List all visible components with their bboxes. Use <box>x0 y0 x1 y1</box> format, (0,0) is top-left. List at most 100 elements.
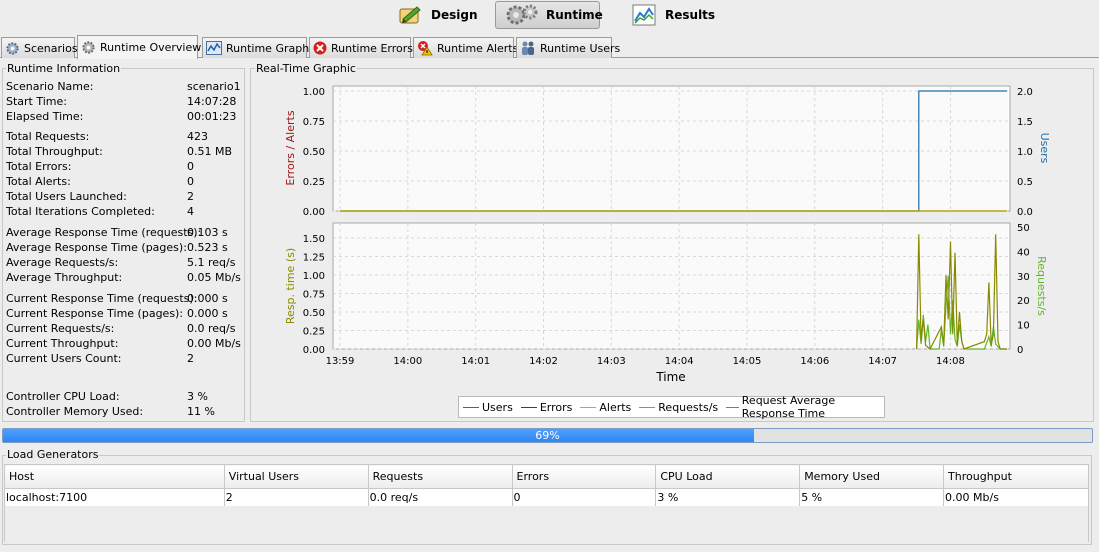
tab-runtime-alerts-label: Runtime Alerts <box>437 41 519 55</box>
legend-users: Users <box>463 401 513 414</box>
runtime-info-value: 14:07:28 <box>187 95 237 108</box>
chart-icon <box>631 3 659 27</box>
runtime-info-label: Average Throughput: <box>6 271 123 284</box>
tab-runtime-errors-label: Runtime Errors <box>331 41 413 55</box>
tab-runtime-errors[interactable]: Runtime Errors <box>309 37 413 58</box>
error-icon <box>313 40 327 56</box>
runtime-info-value: 0.000 s <box>187 292 228 305</box>
design-mode-label: Design <box>431 8 478 22</box>
runtime-info-label: Average Response Time (requests): <box>6 226 202 239</box>
table-cell: 0 <box>511 488 657 507</box>
column-header[interactable]: Throughput <box>943 464 1089 489</box>
real-time-graphic-panel <box>250 68 1094 422</box>
runtime-info-label: Current Users Count: <box>6 352 122 365</box>
design-mode-button[interactable]: Design <box>388 1 487 29</box>
results-mode-button[interactable]: Results <box>622 1 724 29</box>
runtime-info-value: 0.0 req/s <box>187 322 236 335</box>
runtime-info-label: Total Iterations Completed: <box>6 205 155 218</box>
runtime-info-value: 0.103 s <box>187 226 228 239</box>
tab-runtime-overview-label: Runtime Overview <box>100 41 202 54</box>
legend-requests: Requests/s <box>639 401 718 414</box>
runtime-info-value: 0 <box>187 160 194 173</box>
legend-requests-swatch <box>639 406 656 408</box>
runtime-info-label: Current Throughput: <box>6 337 119 350</box>
tab-runtime-graphs-label: Runtime Graphs <box>226 41 315 55</box>
mode-toolbar: Design Runtime Results <box>0 0 1099 32</box>
column-header[interactable]: Virtual Users <box>223 464 369 489</box>
table-cell: 5 % <box>799 488 945 507</box>
gear-icon <box>5 40 20 56</box>
runtime-information-title: Runtime Information <box>6 62 122 75</box>
runtime-info-value: 0.51 MB <box>187 145 233 158</box>
runtime-info-value: 0.000 s <box>187 307 228 320</box>
column-header[interactable]: Errors <box>511 464 657 489</box>
runtime-info-value: 2 <box>187 190 194 203</box>
table-cell: 0.0 req/s <box>367 488 513 507</box>
legend-alerts-label: Alerts <box>599 400 632 414</box>
real-time-graphic-title: Real-Time Graphic <box>255 62 357 75</box>
column-header[interactable]: CPU Load <box>655 464 801 489</box>
runtime-info-label: Total Users Launched: <box>6 190 127 203</box>
column-header[interactable]: Requests <box>367 464 513 489</box>
design-icon <box>397 3 425 27</box>
runtime-info-value: 5.1 req/s <box>187 256 236 269</box>
runtime-info-value: 423 <box>187 130 208 143</box>
runtime-mode-button[interactable]: Runtime <box>495 1 603 29</box>
runtime-info-value: 0.00 Mb/s <box>187 337 241 350</box>
results-mode-label: Results <box>665 8 716 22</box>
runtime-info-value: 3 % <box>187 390 208 403</box>
runtime-info-value: 00:01:23 <box>187 110 237 123</box>
runtime-info-label: Current Response Time (requests): <box>6 292 198 305</box>
tab-scenarios-label: Scenarios <box>24 41 78 55</box>
column-header[interactable]: Memory Used <box>799 464 945 489</box>
legend-alerts-swatch <box>580 406 597 408</box>
runtime-info-value: 11 % <box>187 405 215 418</box>
runtime-info-label: Average Requests/s: <box>6 256 119 269</box>
runtime-info-value: 2 <box>187 352 194 365</box>
runtime-info-value: 0 <box>187 175 194 188</box>
progress-label: 69% <box>535 429 560 442</box>
runtime-info-label: Controller CPU Load: <box>6 390 120 403</box>
legend-users-label: Users <box>482 400 513 414</box>
runtime-info-label: Total Requests: <box>6 130 90 143</box>
table-header-row: Host Virtual Users Requests Errors CPU Load M… <box>4 464 1089 489</box>
runtime-info-label: Total Alerts: <box>6 175 71 188</box>
runtime-info-label: Current Requests/s: <box>6 322 115 335</box>
table-cell: 2 <box>223 488 369 507</box>
table-row[interactable]: localhost:7100 2 0.0 req/s 0 3 % 5 % 0.00 Mb/s <box>4 488 1089 507</box>
runtime-info-value: 0.05 Mb/s <box>187 271 241 284</box>
legend-requests-label: Requests/s <box>658 400 719 414</box>
legend-errors-label: Errors <box>539 400 573 414</box>
table-empty-area <box>4 506 1089 542</box>
runtime-info-value: 0.523 s <box>187 241 228 254</box>
tab-runtime-graphs[interactable]: Runtime Graphs <box>202 37 315 58</box>
load-generators-table: Host Virtual Users Requests Errors CPU Load M… <box>4 464 1089 507</box>
alert-icon <box>417 40 433 56</box>
legend-users-swatch <box>463 406 479 408</box>
runtime-mode-label: Runtime <box>546 8 603 22</box>
legend-errors-swatch <box>520 406 537 408</box>
tab-runtime-users[interactable]: Runtime Users <box>516 37 620 58</box>
gears-icon <box>504 3 540 27</box>
runtime-info-label: Scenario Name: <box>6 80 94 93</box>
users-icon <box>520 40 536 56</box>
runtime-info-label: Controller Memory Used: <box>6 405 144 418</box>
runtime-info-label: Total Errors: <box>6 160 72 173</box>
runtime-info-label: Current Response Time (pages): <box>6 307 184 320</box>
table-cell: localhost:7100 <box>4 488 225 507</box>
tab-runtime-alerts[interactable]: Runtime Alerts <box>413 37 518 58</box>
table-cell: 0.00 Mb/s <box>943 488 1089 507</box>
tab-runtime-users-label: Runtime Users <box>540 41 621 55</box>
runtime-info-label: Elapsed Time: <box>6 110 84 123</box>
runtime-info-label: Total Throughput: <box>6 145 103 158</box>
tab-bar: Scenarios Runtime Overview Runtime Graph… <box>0 35 1099 59</box>
table-cell: 3 % <box>655 488 801 507</box>
gear-icon <box>81 40 96 56</box>
progress-bar: 69% <box>2 428 1093 443</box>
runtime-info-value: scenario1 <box>187 80 241 93</box>
runtime-info-label: Average Response Time (pages): <box>6 241 187 254</box>
tab-runtime-overview[interactable]: Runtime Overview <box>77 35 202 59</box>
runtime-info-value: 4 <box>187 205 194 218</box>
tab-scenarios[interactable]: Scenarios <box>1 37 78 58</box>
column-header[interactable]: Host <box>4 464 225 489</box>
